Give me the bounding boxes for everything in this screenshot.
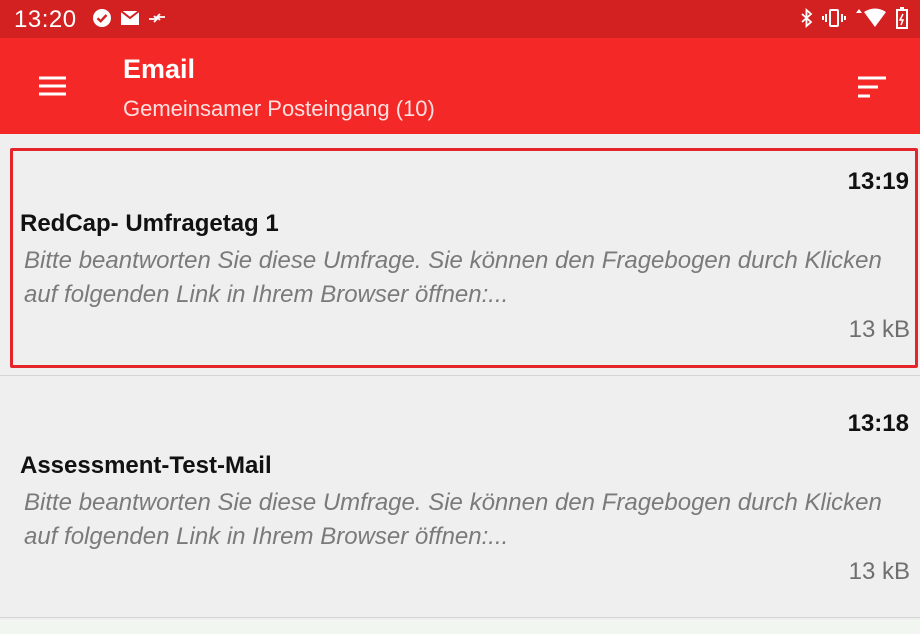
status-time: 13:20 [14, 6, 77, 33]
email-size: 13 kB [848, 558, 910, 585]
data-transfer-icon [148, 10, 166, 26]
check-circle-icon [92, 8, 112, 28]
email-subject: RedCap- Umfragetag 1 [20, 210, 279, 237]
email-list-item[interactable]: 13:19 RedCap- Umfragetag 1 Bitte beantwo… [0, 134, 920, 376]
sort-icon [858, 76, 886, 98]
menu-button[interactable] [36, 68, 76, 108]
bluetooth-icon [800, 8, 814, 28]
vibrate-icon [822, 8, 846, 28]
hamburger-menu-icon [39, 76, 66, 96]
battery-icon [896, 7, 908, 29]
email-list-item[interactable]: 13:18 Assessment-Test-Mail Bitte beantwo… [0, 376, 920, 618]
mailbox-subtitle: Gemeinsamer Posteingang (10) [123, 96, 435, 121]
status-bar: 13:20 [0, 0, 920, 38]
email-time: 13:19 [847, 168, 909, 195]
status-left-icons [92, 8, 166, 28]
sort-button[interactable] [850, 70, 890, 106]
email-subject: Assessment-Test-Mail [20, 452, 272, 479]
mail-icon [120, 10, 140, 26]
email-preview: Bitte beantworten Sie diese Umfrage. Sie… [24, 247, 882, 308]
wifi-icon [854, 8, 888, 28]
status-right-icons [800, 7, 908, 29]
app-bar: Email Gemeinsamer Posteingang (10) [0, 38, 920, 134]
app-title: Email [123, 54, 196, 84]
email-time: 13:18 [847, 410, 909, 437]
list-bottom-edge [0, 620, 920, 634]
email-preview: Bitte beantworten Sie diese Umfrage. Sie… [24, 489, 882, 550]
email-size: 13 kB [848, 316, 910, 343]
email-list: 13:19 RedCap- Umfragetag 1 Bitte beantwo… [0, 134, 920, 618]
